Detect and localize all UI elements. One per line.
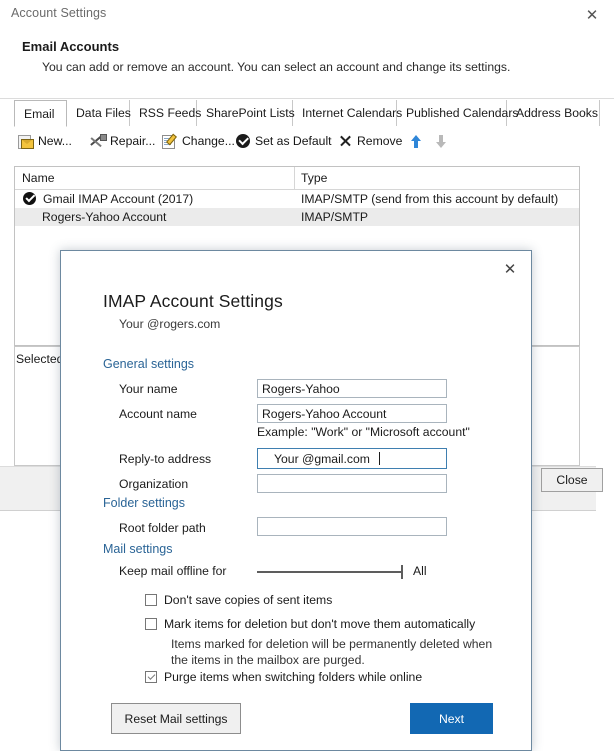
check-circle-icon: [236, 134, 250, 148]
deletion-hint: Items marked for deletion will be perman…: [171, 636, 521, 668]
change-settings-icon: [162, 133, 177, 149]
reset-mail-settings-button[interactable]: Reset Mail settings: [111, 703, 241, 734]
tab-address-books[interactable]: Address Books: [507, 100, 600, 126]
column-divider: [294, 167, 295, 189]
root-folder-path-input[interactable]: [257, 517, 447, 536]
organization-label: Organization: [119, 477, 189, 491]
deletion-hint-line-2: the items in the mailbox are purged.: [171, 653, 365, 667]
table-row[interactable]: Rogers-Yahoo Account IMAP/SMTP: [15, 208, 579, 226]
tab-internet-calendars[interactable]: Internet Calendars: [293, 100, 402, 126]
dialog-title: IMAP Account Settings: [103, 291, 283, 311]
keep-mail-offline-slider[interactable]: [257, 571, 402, 573]
accounts-toolbar: New... Repair... Change... Set as Defaul…: [0, 127, 614, 156]
default-account-icon: [23, 192, 36, 205]
your-name-input[interactable]: [257, 379, 447, 398]
imap-account-settings-dialog: ✕ IMAP Account Settings Your @rogers.com…: [60, 250, 532, 751]
account-name: Rogers-Yahoo Account: [42, 210, 167, 224]
tab-label: Data Files: [76, 106, 131, 120]
next-button[interactable]: Next: [410, 703, 493, 734]
close-button[interactable]: Close: [541, 468, 603, 492]
account-type: IMAP/SMTP: [301, 210, 369, 224]
selected-account-label: Selected: [16, 352, 64, 366]
account-name-input[interactable]: [257, 404, 447, 423]
set-as-default-button[interactable]: Set as Default: [236, 127, 332, 155]
window-titlebar: Account Settings ✕: [0, 0, 614, 30]
tab-email[interactable]: Email: [14, 100, 67, 127]
tab-label: RSS Feeds: [139, 106, 202, 120]
tab-published-calendars[interactable]: Published Calendars: [397, 100, 518, 126]
new-mail-icon: [18, 134, 34, 149]
tab-label: Internet Calendars: [302, 106, 403, 120]
deletion-hint-line-1: Items marked for deletion will be perman…: [171, 637, 493, 651]
tab-label: Address Books: [516, 106, 598, 120]
your-name-label: Your name: [119, 382, 178, 396]
text-cursor: [379, 452, 380, 465]
arrow-down-icon: [435, 135, 447, 148]
organization-input[interactable]: [257, 474, 447, 493]
dialog-subtitle: Your @rogers.com: [119, 317, 221, 331]
remove-account-button[interactable]: Remove: [339, 127, 402, 155]
account-name-example: Example: "Work" or "Microsoft account": [257, 425, 470, 439]
keep-mail-offline-label: Keep mail offline for: [119, 564, 227, 578]
repair-account-button[interactable]: Repair...: [90, 127, 155, 155]
tab-rss-feeds[interactable]: RSS Feeds: [130, 100, 201, 126]
new-account-button[interactable]: New...: [18, 127, 72, 155]
tab-label: Published Calendars: [406, 106, 519, 120]
close-icon[interactable]: ✕: [580, 4, 604, 26]
section-heading-general: General settings: [103, 357, 195, 371]
repair-account-label: Repair...: [110, 134, 156, 148]
tab-label: Email: [24, 106, 55, 121]
checkbox-box: [145, 594, 157, 606]
checkbox-label: Mark items for deletion but don't move t…: [164, 617, 476, 631]
header-divider: [0, 98, 614, 99]
account-name: Gmail IMAP Account (2017): [43, 192, 194, 206]
root-folder-path-label: Root folder path: [119, 521, 206, 535]
tab-data-files[interactable]: Data Files: [67, 100, 131, 126]
accounts-list-header: Name Type: [15, 167, 579, 190]
close-x-icon: [339, 135, 352, 148]
change-account-button[interactable]: Change...: [162, 127, 235, 155]
checkbox-label: Don't save copies of sent items: [164, 593, 333, 607]
page-title: Email Accounts: [22, 39, 120, 54]
section-heading-folder: Folder settings: [103, 496, 185, 510]
change-account-label: Change...: [182, 134, 235, 148]
account-name-label: Account name: [119, 407, 197, 421]
reply-to-address-input[interactable]: [257, 448, 447, 469]
table-row[interactable]: Gmail IMAP Account (2017) IMAP/SMTP (sen…: [15, 190, 579, 208]
checkbox-box: [145, 618, 157, 630]
window-title: Account Settings: [11, 6, 107, 20]
repair-tools-icon: [90, 134, 107, 148]
new-account-label: New...: [38, 134, 72, 148]
checkbox-label: Purge items when switching folders while…: [164, 670, 423, 684]
checkbox-box: [145, 671, 157, 683]
reply-to-address-label: Reply-to address: [119, 452, 212, 466]
column-header-type: Type: [301, 171, 328, 185]
tab-bar: Email Data Files RSS Feeds SharePoint Li…: [0, 100, 614, 128]
remove-account-label: Remove: [357, 134, 403, 148]
tab-sharepoint-lists[interactable]: SharePoint Lists: [197, 100, 295, 126]
close-icon[interactable]: ✕: [497, 257, 523, 281]
column-header-name: Name: [22, 171, 55, 185]
set-as-default-label: Set as Default: [255, 134, 332, 148]
arrow-up-icon[interactable]: [410, 135, 422, 148]
account-type: IMAP/SMTP (send from this account by def…: [301, 192, 559, 206]
tab-label: SharePoint Lists: [206, 106, 295, 120]
page-subtitle: You can add or remove an account. You ca…: [42, 60, 511, 74]
page-header: Email Accounts You can add or remove an …: [0, 30, 614, 98]
section-heading-mail: Mail settings: [103, 542, 173, 556]
slider-value: All: [413, 564, 427, 578]
slider-thumb[interactable]: [401, 565, 403, 579]
